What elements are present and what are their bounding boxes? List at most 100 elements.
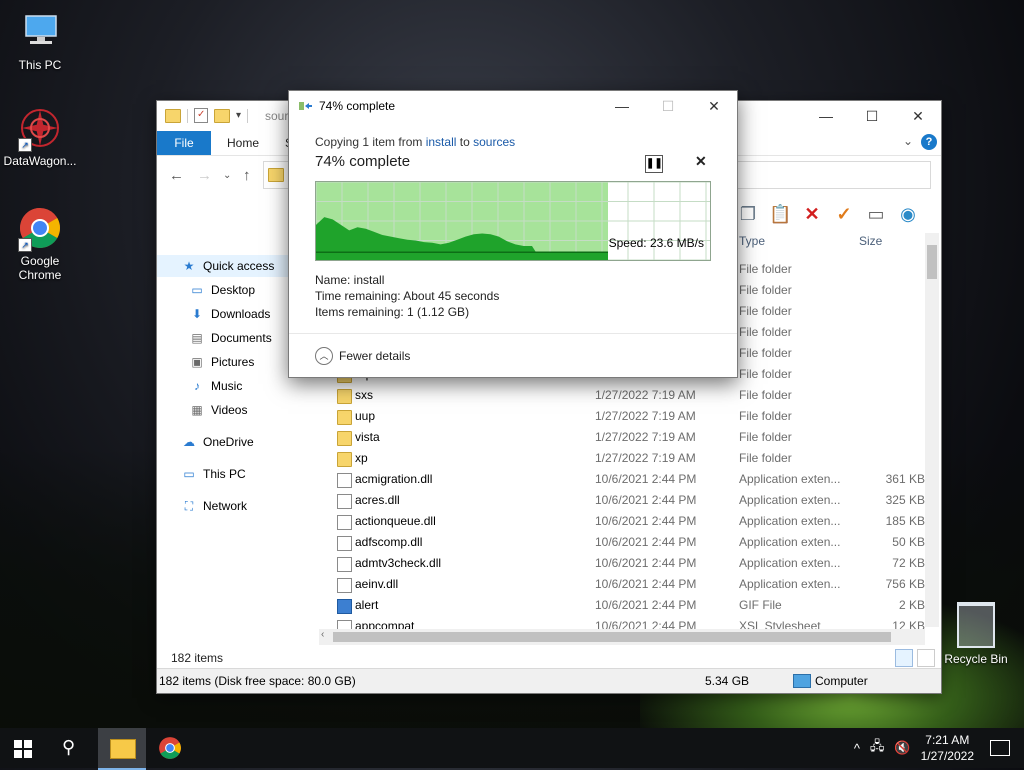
- vertical-scrollbar[interactable]: [925, 233, 939, 627]
- table-row[interactable]: adfscomp.dll 10/6/2021 2:44 PM Application…: [333, 532, 929, 553]
- source-link[interactable]: install: [426, 135, 457, 149]
- globe-icon[interactable]: ◉: [897, 203, 919, 225]
- sidebar-item-videos[interactable]: ▦ Videos: [157, 399, 327, 421]
- column-header-type[interactable]: Type: [739, 231, 765, 251]
- desktop-icon-recycle-bin[interactable]: Recycle Bin: [940, 602, 1012, 666]
- file-name: vista: [355, 430, 380, 444]
- desktop-icon-this-pc[interactable]: This PC: [0, 10, 80, 72]
- properties-icon[interactable]: ✓: [194, 108, 208, 123]
- file-type: XSL Stylesheet: [739, 619, 821, 629]
- tab-home[interactable]: Home: [227, 131, 259, 155]
- cancel-button[interactable]: ✕: [695, 153, 707, 170]
- file-type: Application exten...: [739, 493, 841, 507]
- star-icon: ★: [183, 259, 195, 273]
- horizontal-scrollbar[interactable]: ‹: [319, 629, 925, 645]
- rename-icon[interactable]: ▭: [865, 203, 887, 225]
- file-date: 10/6/2021 2:44 PM: [595, 598, 697, 612]
- recent-locations-icon[interactable]: ⌄: [223, 170, 231, 181]
- file-date: 10/6/2021 2:44 PM: [595, 535, 697, 549]
- copy-icon[interactable]: ❐: [737, 203, 759, 225]
- details-view-button[interactable]: [895, 649, 913, 667]
- notification-icon[interactable]: [990, 740, 1010, 756]
- desktop-icon-chrome[interactable]: ↗ Google Chrome: [0, 206, 80, 282]
- table-row[interactable]: acres.dll 10/6/2021 2:44 PM Application ex…: [333, 490, 929, 511]
- shortcut-arrow-icon: ↗: [18, 138, 32, 152]
- file-date: 1/27/2022 7:19 AM: [595, 430, 696, 444]
- scroll-left-icon[interactable]: ‹: [321, 629, 324, 640]
- file-name: acres.dll: [355, 493, 400, 507]
- file-type: File folder: [739, 409, 792, 423]
- taskbar-chrome[interactable]: [158, 736, 182, 760]
- back-arrow-icon[interactable]: ←: [169, 167, 184, 184]
- scroll-thumb[interactable]: [333, 632, 891, 642]
- paste-icon[interactable]: 📋: [769, 203, 791, 225]
- sidebar-item-label: Pictures: [211, 355, 255, 369]
- table-row[interactable]: alert 10/6/2021 2:44 PM GIF File 2 KB: [333, 595, 929, 616]
- table-row[interactable]: acmigration.dll 10/6/2021 2:44 PM Applicat…: [333, 469, 929, 490]
- network-icon[interactable]: 🖧: [870, 737, 885, 759]
- taskbar-file-explorer[interactable]: [98, 728, 146, 770]
- sidebar-item-music[interactable]: ♪ Music: [157, 375, 327, 397]
- table-row[interactable]: actionqueue.dll 10/6/2021 2:44 PM Applicat…: [333, 511, 929, 532]
- scroll-thumb[interactable]: [927, 245, 937, 279]
- up-arrow-icon[interactable]: ↑: [243, 167, 251, 184]
- column-header-size[interactable]: Size: [859, 231, 882, 251]
- clock[interactable]: 7:21 AM 1/27/2022: [921, 732, 974, 764]
- desktop-icon-datawagon[interactable]: ↗ DataWagon...: [0, 106, 80, 168]
- file-type: File folder: [739, 304, 792, 318]
- table-row[interactable]: uup 1/27/2022 7:19 AM File folder: [333, 406, 929, 427]
- system-tray: ^ 🖧 🔇 7:21 AM 1/27/2022: [854, 728, 1024, 768]
- file-date: 10/6/2021 2:44 PM: [595, 577, 697, 591]
- image-file-icon: [337, 599, 352, 614]
- file-type: File folder: [739, 367, 792, 381]
- copy-description: Copying 1 item from install to sources: [315, 135, 515, 149]
- shortcut-arrow-icon: ↗: [18, 238, 32, 252]
- folder-icon[interactable]: [165, 108, 181, 123]
- table-row[interactable]: xp 1/27/2022 7:19 AM File folder: [333, 448, 929, 469]
- sidebar-item-network[interactable]: ⛶ Network: [157, 495, 327, 517]
- help-icon[interactable]: ?: [921, 134, 937, 150]
- sidebar-item-this-pc[interactable]: ▭ This PC: [157, 463, 327, 485]
- start-button[interactable]: [14, 740, 32, 758]
- large-icons-view-button[interactable]: [917, 649, 935, 667]
- search-icon[interactable]: ⚲: [62, 737, 75, 758]
- file-size: 756 KB: [885, 577, 925, 591]
- new-folder-icon[interactable]: [214, 108, 230, 123]
- sidebar-item-onedrive[interactable]: ☁ OneDrive: [157, 431, 327, 453]
- minimize-button[interactable]: —: [599, 91, 645, 121]
- folder-icon: [110, 739, 136, 759]
- customize-toolbar-icon[interactable]: ▾: [236, 110, 241, 121]
- destination-link[interactable]: sources: [473, 135, 515, 149]
- table-row[interactable]: aeinv.dll 10/6/2021 2:44 PM Application ex…: [333, 574, 929, 595]
- tab-file[interactable]: File: [157, 131, 211, 155]
- pause-button[interactable]: ❚❚: [645, 155, 663, 173]
- fewer-details-button[interactable]: ︿ Fewer details: [315, 347, 410, 365]
- taskbar: ⚲ ^ 🖧 🔇 7:21 AM 1/27/2022: [0, 728, 1024, 770]
- chevron-down-icon[interactable]: ⌄: [903, 134, 913, 148]
- desktop-icon-label: Google Chrome: [18, 254, 62, 282]
- table-row[interactable]: appcompat 10/6/2021 2:44 PM XSL Stylesheet…: [333, 616, 929, 629]
- file-type: File folder: [739, 430, 792, 444]
- file-type: Application exten...: [739, 577, 841, 591]
- file-date: 1/27/2022 7:19 AM: [595, 388, 696, 402]
- minimize-button[interactable]: —: [803, 101, 849, 131]
- maximize-button[interactable]: ☐: [849, 101, 895, 131]
- file-size: 2 KB: [898, 598, 925, 612]
- delete-icon[interactable]: ✕: [801, 203, 823, 225]
- forward-arrow-icon[interactable]: →: [197, 167, 212, 184]
- file-name: uup: [355, 409, 376, 423]
- close-button[interactable]: ✕: [691, 91, 737, 121]
- file-icon: [337, 515, 352, 530]
- close-button[interactable]: ✕: [895, 101, 941, 131]
- volume-muted-icon[interactable]: 🔇: [894, 740, 910, 756]
- table-row[interactable]: vista 1/27/2022 7:19 AM File folder: [333, 427, 929, 448]
- table-row[interactable]: admtv3check.dll 10/6/2021 2:44 PM Applicat…: [333, 553, 929, 574]
- divider: [187, 108, 188, 123]
- dialog-title-bar: 74% complete — ☐ ✕: [289, 91, 737, 121]
- status-text: 182 items (Disk free space: 80.0 GB): [159, 674, 356, 688]
- chrome-icon: ↗: [18, 206, 62, 252]
- table-row[interactable]: sxs 1/27/2022 7:19 AM File folder: [333, 385, 929, 406]
- file-name: appcompat: [355, 619, 415, 629]
- chevron-up-icon[interactable]: ^: [854, 741, 860, 756]
- checkmark-icon[interactable]: ✓: [833, 203, 855, 225]
